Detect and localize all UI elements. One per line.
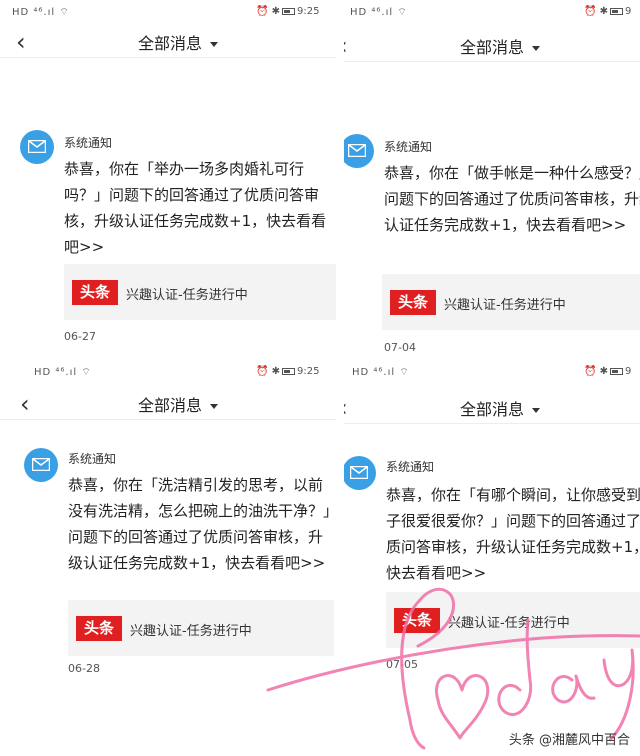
system-avatar-icon: [344, 134, 374, 168]
back-arrow-icon[interactable]: ‹: [16, 28, 26, 56]
message-filter-dropdown[interactable]: 全部消息: [138, 30, 219, 54]
status-time: 9:25: [297, 366, 320, 377]
back-arrow-icon[interactable]: ‹: [344, 32, 348, 60]
system-avatar-icon: [344, 456, 376, 490]
status-time: 9:25: [297, 6, 320, 17]
task-card-text: 兴趣认证-任务进行中: [126, 288, 248, 303]
status-time: 9: [625, 366, 632, 377]
message-text[interactable]: 恭喜，你在「有哪个瞬间，让你感受到孩子很爱很爱你？」问题下的回答通过了优质问答审…: [386, 482, 640, 586]
message-date: 07-04: [384, 341, 416, 354]
task-card[interactable]: 头条 兴趣认证-任务进行中: [382, 274, 640, 330]
sender-name: 系统通知: [384, 140, 433, 154]
task-card-text: 兴趣认证-任务进行中: [448, 616, 570, 631]
nav-title: 全部消息: [138, 34, 203, 53]
nav-bar: ‹ 全部消息: [344, 388, 640, 424]
battery-icon: [282, 7, 296, 15]
status-bar: HD ⁴⁶.ıl ⌔ ⏰ ✱ 9: [344, 0, 640, 20]
back-arrow-icon[interactable]: ‹: [20, 390, 30, 418]
screenshot-panel-1: HD ⁴⁶.ıl ⌔ ⏰ ✱ 9:25 ‹ 全部消息 系统通知 恭喜，你在「举办一…: [0, 0, 344, 360]
task-card-text: 兴趣认证-任务进行中: [130, 624, 252, 639]
status-right: ⏰ ✱ 9: [584, 6, 632, 17]
message-date: 07-05: [386, 658, 418, 671]
status-bar: HD ⁴⁶.ıl ⌔ ⏰ ✱ 9: [344, 360, 640, 380]
system-avatar-icon: [20, 130, 54, 164]
toutiao-logo: 头条: [394, 608, 440, 633]
status-bar: HD ⁴⁶.ıl ⌔ ⏰ ✱ 9:25: [0, 0, 344, 20]
toutiao-logo: 头条: [390, 290, 436, 315]
chevron-down-icon: [532, 46, 541, 51]
message-filter-dropdown[interactable]: 全部消息: [460, 34, 541, 58]
message-date: 06-27: [64, 330, 96, 343]
sender-name: 系统通知: [64, 136, 113, 150]
toutiao-logo: 头条: [76, 616, 122, 641]
battery-icon: [610, 367, 624, 375]
watermark: 头条 @湘麓风中百合: [508, 733, 630, 748]
nav-title: 全部消息: [460, 400, 525, 419]
chevron-down-icon: [210, 404, 219, 409]
status-right: ⏰ ✱ 9: [584, 366, 632, 377]
sender-name: 系统通知: [386, 460, 435, 474]
task-card[interactable]: 头条 兴趣认证-任务进行中: [64, 264, 336, 320]
status-right: ⏰ ✱ 9:25: [256, 366, 320, 377]
chevron-down-icon: [532, 408, 541, 413]
message-text[interactable]: 恭喜，你在「举办一场多肉婚礼可行吗？」问题下的回答通过了优质问答审核，升级认证任…: [64, 156, 339, 260]
status-time: 9: [625, 6, 632, 17]
nav-title: 全部消息: [460, 38, 525, 57]
message-text[interactable]: 恭喜，你在「做手帐是一种什么感受？」问题下的回答通过了优质问答审核，升级认证任务…: [384, 160, 640, 238]
chevron-down-icon: [210, 42, 219, 47]
nav-bar: ‹ 全部消息: [0, 384, 336, 420]
status-right: ⏰ ✱ 9:25: [256, 6, 320, 17]
status-bar: HD ⁴⁶.ıl ⌔ ⏰ ✱ 9:25: [0, 360, 344, 380]
screenshot-panel-4: HD ⁴⁶.ıl ⌔ ⏰ ✱9 ‹ 全部消息 系统通知 恭喜，你在「有哪个瞬间，…: [344, 360, 640, 756]
battery-icon: [610, 7, 624, 15]
nav-bar: ‹ 全部消息: [344, 26, 640, 62]
toutiao-logo: 头条: [72, 280, 118, 305]
task-card[interactable]: 头条 兴趣认证-任务进行中: [68, 600, 334, 656]
signal-indicator: HD ⁴⁶.ıl ⌔: [12, 7, 70, 18]
sender-name: 系统通知: [68, 452, 117, 466]
message-date: 06-28: [68, 662, 100, 675]
nav-title: 全部消息: [138, 396, 203, 415]
screenshot-panel-3: HD ⁴⁶.ıl ⌔ ⏰ ✱ 9:25 ‹ 全部消息 系统通知 恭喜，你在「洗洁精…: [0, 360, 344, 756]
screenshot-panel-2: HD ⁴⁶.ıl ⌔ ⏰ ✱9 ‹ 全部消息 系统通知 恭喜，你在「做手帐是一种…: [344, 0, 640, 360]
battery-icon: [282, 367, 296, 375]
signal-indicator: HD ⁴⁶.ıl ⌔: [352, 367, 410, 378]
message-filter-dropdown[interactable]: 全部消息: [460, 396, 541, 420]
back-arrow-icon[interactable]: ‹: [344, 394, 348, 422]
task-card[interactable]: 头条 兴趣认证-任务进行中: [386, 592, 640, 648]
message-filter-dropdown[interactable]: 全部消息: [138, 392, 219, 416]
message-text[interactable]: 恭喜，你在「洗洁精引发的思考，以前没有洗洁精，怎么把碗上的油洗干净？」问题下的回…: [68, 472, 336, 576]
nav-bar: ‹ 全部消息: [0, 22, 336, 58]
signal-indicator: HD ⁴⁶.ıl ⌔: [34, 367, 92, 378]
signal-indicator: HD ⁴⁶.ıl ⌔: [350, 7, 408, 18]
task-card-text: 兴趣认证-任务进行中: [444, 298, 566, 313]
system-avatar-icon: [24, 448, 58, 482]
